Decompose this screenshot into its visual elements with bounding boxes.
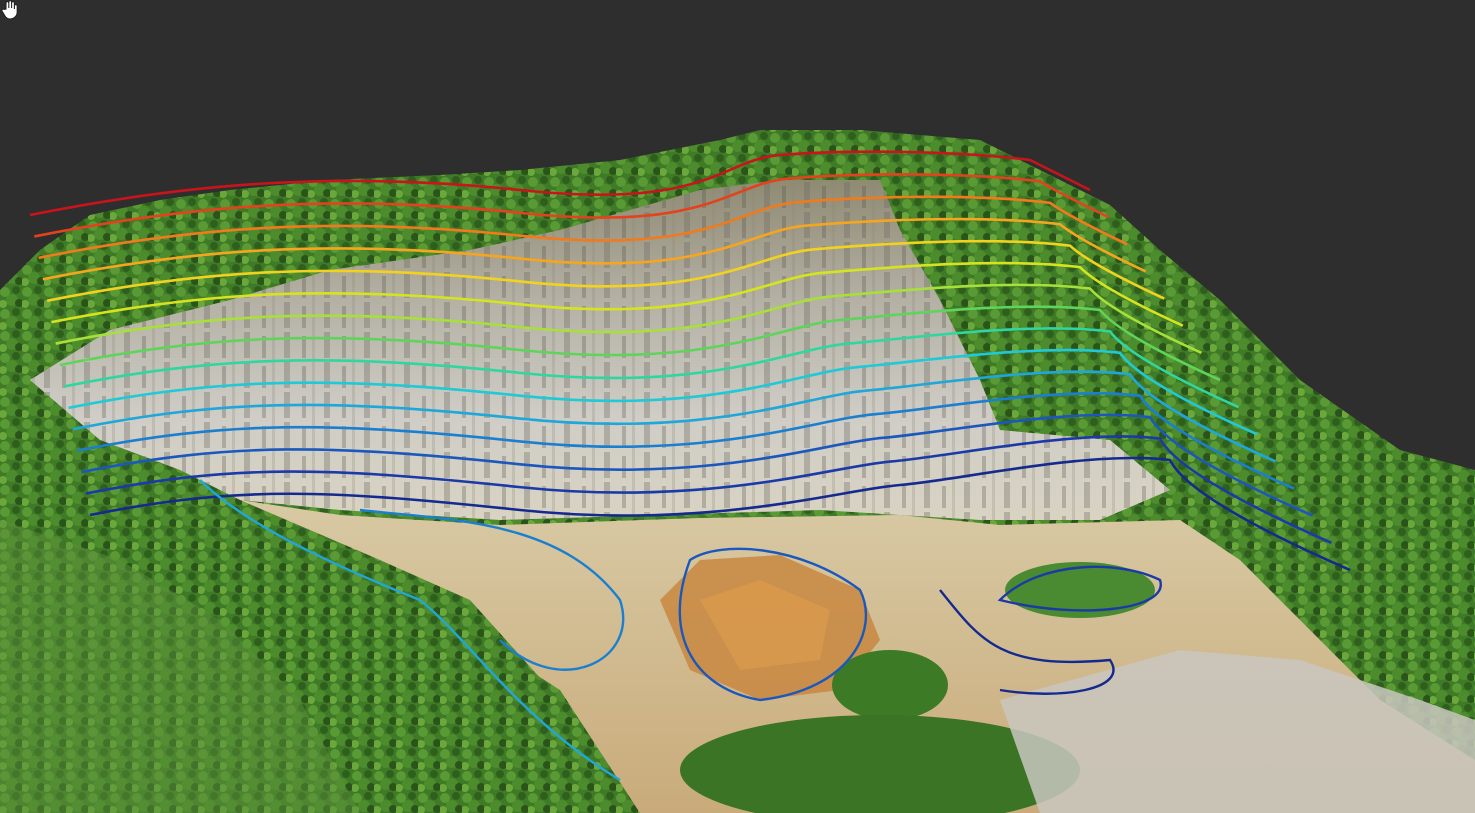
point-cloud-viewport[interactable] [0, 0, 1475, 813]
quarry-3d-scene[interactable] [0, 0, 1475, 813]
tree-cluster [832, 650, 948, 720]
